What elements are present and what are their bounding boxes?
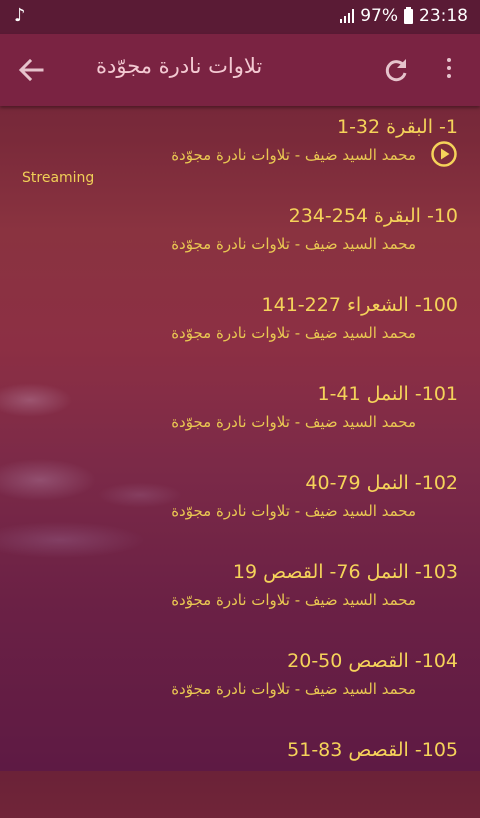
app-bar: تلاوات نادرة مجوّدة <box>0 34 480 106</box>
streaming-status: Streaming <box>22 170 95 186</box>
track-title: 10- البقرة 254-234 <box>288 205 458 227</box>
list-item[interactable]: 1- البقرة 32-1 محمد السيد ضيف - تلاوات ن… <box>0 106 480 195</box>
list-item[interactable]: 103- النمل 76- القصص 19 محمد السيد ضيف -… <box>0 551 480 640</box>
more-vert-icon[interactable] <box>441 54 457 86</box>
track-subtitle: محمد السيد ضيف - تلاوات نادرة مجوّدة <box>171 146 416 164</box>
track-title: 103- النمل 76- القصص 19 <box>232 561 458 583</box>
list-item[interactable]: 100- الشعراء 227-141 محمد السيد ضيف - تل… <box>0 284 480 373</box>
track-list: 1- البقرة 32-1 محمد السيد ضيف - تلاوات ن… <box>0 106 480 818</box>
track-title: 102- النمل 79-40 <box>305 472 458 494</box>
play-circle-icon[interactable] <box>430 140 458 168</box>
clock: 23:18 <box>419 6 468 26</box>
track-subtitle: محمد السيد ضيف - تلاوات نادرة مجوّدة <box>171 591 416 609</box>
status-indicators: 97% 23:18 <box>340 6 468 26</box>
track-title: 104- القصص 50-20 <box>287 650 458 672</box>
track-title: 100- الشعراء 227-141 <box>261 294 458 316</box>
battery-percent: 97% <box>360 6 398 26</box>
track-subtitle: محمد السيد ضيف - تلاوات نادرة مجوّدة <box>171 502 416 520</box>
track-title: 105- القصص 83-51 <box>287 739 458 761</box>
list-item[interactable]: 104- القصص 50-20 محمد السيد ضيف - تلاوات… <box>0 640 480 729</box>
page-title: تلاوات نادرة مجوّدة <box>96 54 263 78</box>
track-title: 1- البقرة 32-1 <box>336 116 458 138</box>
battery-icon <box>404 6 413 24</box>
track-subtitle: محمد السيد ضيف - تلاوات نادرة مجوّدة <box>171 680 416 698</box>
track-subtitle: محمد السيد ضيف - تلاوات نادرة مجوّدة <box>171 413 416 431</box>
music-note-icon: ♪ <box>14 5 26 26</box>
track-subtitle: محمد السيد ضيف - تلاوات نادرة مجوّدة <box>171 324 416 342</box>
back-arrow-icon[interactable] <box>16 56 46 84</box>
list-item[interactable]: 105- القصص 83-51 <box>0 729 480 818</box>
signal-icon <box>340 9 355 23</box>
track-subtitle: محمد السيد ضيف - تلاوات نادرة مجوّدة <box>171 235 416 253</box>
list-item[interactable]: 101- النمل 41-1 محمد السيد ضيف - تلاوات … <box>0 373 480 462</box>
list-item[interactable]: 10- البقرة 254-234 محمد السيد ضيف - تلاو… <box>0 195 480 284</box>
status-bar: ♪ 97% 23:18 <box>0 0 480 34</box>
track-title: 101- النمل 41-1 <box>317 383 458 405</box>
refresh-icon[interactable] <box>382 56 410 84</box>
list-item[interactable]: 102- النمل 79-40 محمد السيد ضيف - تلاوات… <box>0 462 480 551</box>
